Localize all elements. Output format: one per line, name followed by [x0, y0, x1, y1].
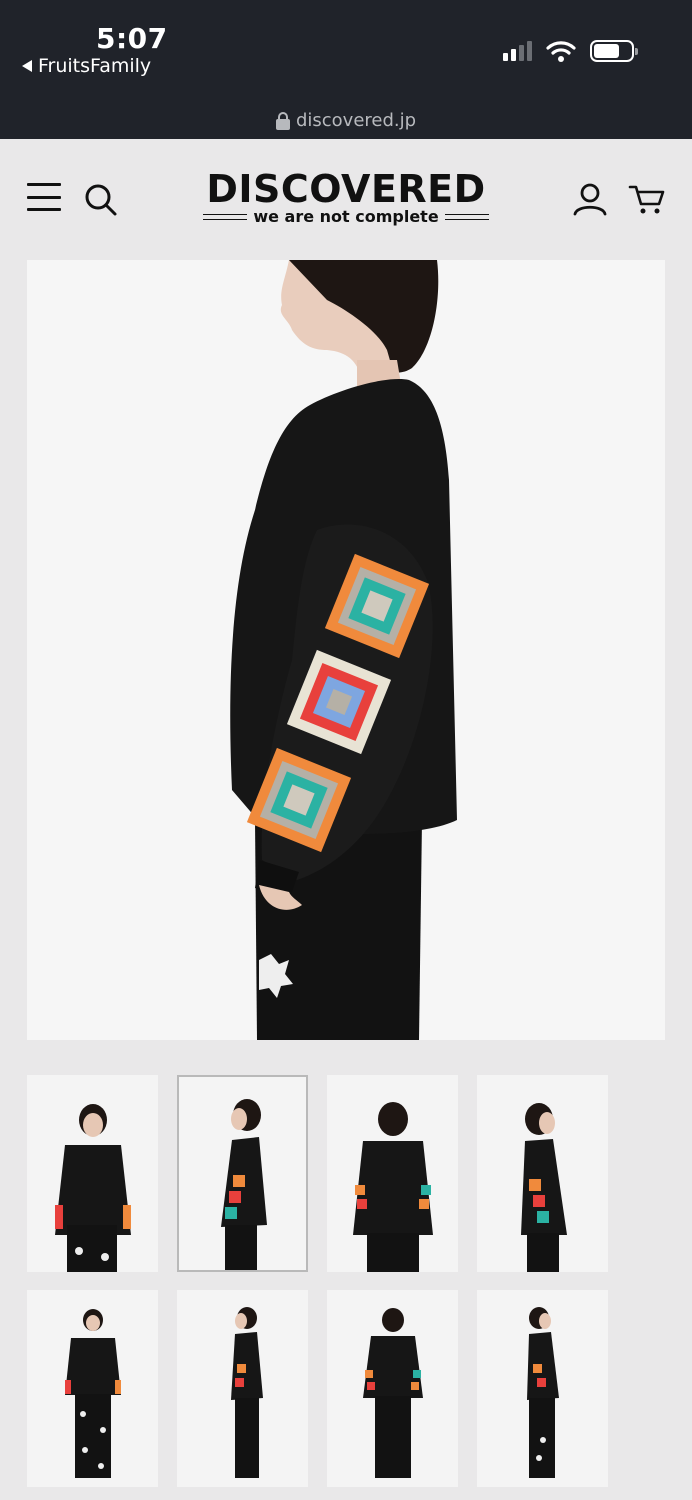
- back-app-label: FruitsFamily: [38, 55, 152, 77]
- thumbnail-back-3[interactable]: [327, 1075, 458, 1272]
- menu-icon[interactable]: [27, 183, 61, 211]
- thumbnail-front-1[interactable]: [27, 1075, 158, 1272]
- battery-icon: [590, 40, 638, 62]
- url-bar[interactable]: discovered.jp: [0, 110, 692, 131]
- site-logo[interactable]: DISCOVERED we are not complete: [200, 169, 492, 226]
- model-side-view-image: [27, 260, 665, 1040]
- cart-icon[interactable]: [628, 183, 666, 215]
- thumbnail-side-6[interactable]: [177, 1290, 308, 1487]
- thumbnail-back-7[interactable]: [327, 1290, 458, 1487]
- logo-wordmark: DISCOVERED: [206, 167, 486, 211]
- thumbnail-side-2-selected[interactable]: [177, 1075, 308, 1272]
- thumbnail-side-4[interactable]: [477, 1075, 608, 1272]
- back-arrow-icon: [22, 60, 32, 72]
- status-icons: [503, 40, 638, 62]
- url-text: discovered.jp: [295, 110, 417, 131]
- product-main-image[interactable]: [27, 260, 665, 1040]
- status-bar: 5:07 FruitsFamily discovered.jp: [0, 0, 692, 139]
- status-time: 5:07: [96, 22, 168, 55]
- site-header: DISCOVERED we are not complete: [0, 139, 692, 259]
- logo-tagline: we are not complete: [253, 207, 439, 226]
- thumbnail-front-5[interactable]: [27, 1290, 158, 1487]
- back-to-app-link[interactable]: FruitsFamily: [22, 55, 151, 77]
- wifi-icon: [546, 41, 576, 62]
- cellular-signal-icon: [503, 41, 532, 61]
- lock-icon: [275, 111, 290, 130]
- search-icon[interactable]: [84, 183, 118, 217]
- account-icon[interactable]: [572, 181, 608, 217]
- thumbnail-side-8[interactable]: [477, 1290, 608, 1487]
